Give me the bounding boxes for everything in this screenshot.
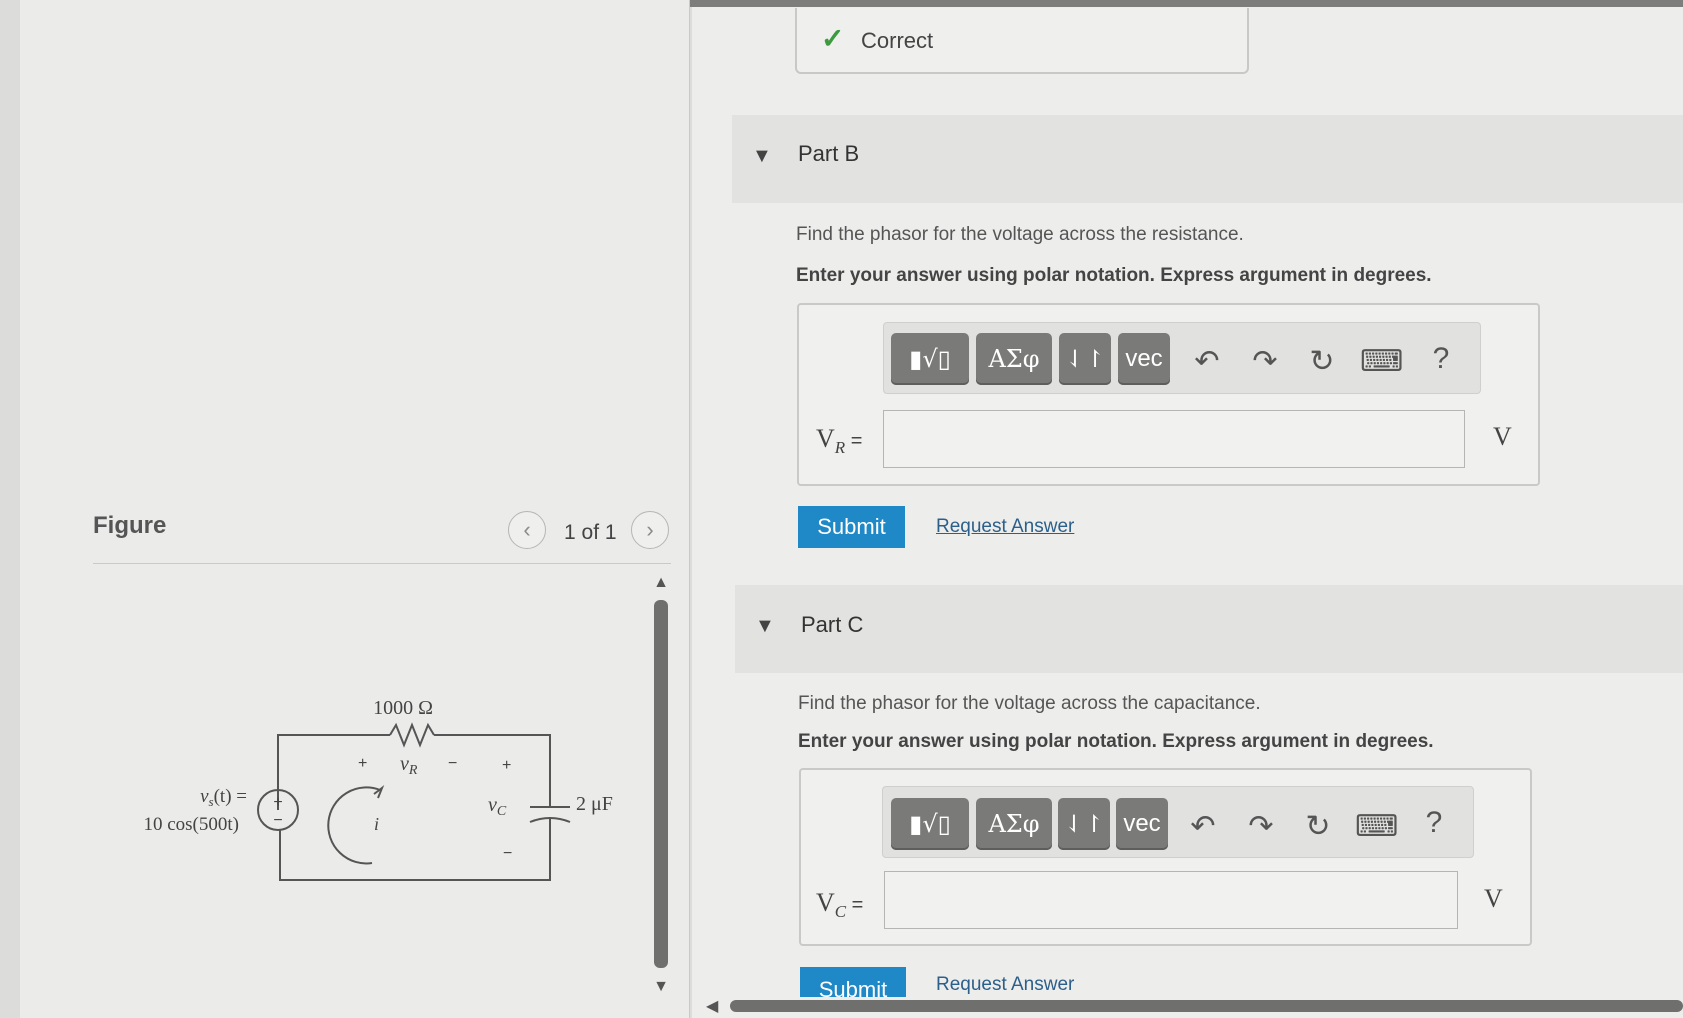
vector-button[interactable]: vec <box>1116 798 1168 850</box>
source-minus: − <box>273 812 282 829</box>
part-c-submit-button[interactable]: Submit <box>800 967 906 997</box>
subscript-superscript-button[interactable]: ⇃↾ <box>1059 333 1111 385</box>
part-b-title: Part B <box>798 141 860 166</box>
reset-icon[interactable]: ↻ <box>1298 809 1338 844</box>
source-plus: + <box>273 794 282 811</box>
part-c-request-answer-link[interactable]: Request Answer <box>936 974 1074 996</box>
help-icon[interactable]: ? <box>1421 342 1461 376</box>
part-b-submit-button[interactable]: Submit <box>798 506 905 548</box>
status-text: Correct <box>861 28 934 53</box>
figure-scrollbar-thumb[interactable] <box>654 600 668 968</box>
part-c-title: Part C <box>801 612 864 637</box>
part-b-unit: V <box>1493 422 1512 451</box>
vr-label: vR <box>400 753 418 778</box>
top-strip <box>690 0 1683 7</box>
vector-button[interactable]: vec <box>1118 333 1170 385</box>
greek-symbols-button[interactable]: ΑΣφ <box>976 333 1052 385</box>
subscript-superscript-button[interactable]: ⇃↾ <box>1058 798 1110 850</box>
chevron-right-icon: › <box>646 517 654 542</box>
circuit-diagram: 1000 Ω + − + vR − + vC − 2 μF i vs(t) = … <box>143 697 613 881</box>
figure-title: Figure <box>93 512 167 539</box>
part-b-variable-label: VR = <box>816 424 863 458</box>
part-c-unit: V <box>1484 884 1503 913</box>
part-c-header[interactable]: ▼ Part C <box>735 585 1683 673</box>
source-expression: 10 cos(500t) <box>143 814 239 835</box>
part-c-answer-input[interactable] <box>884 871 1458 929</box>
vr-minus: − <box>448 755 457 772</box>
templates-button[interactable]: ▮√▯ <box>891 333 969 385</box>
current-label: i <box>374 814 379 834</box>
part-b-answer-input[interactable] <box>883 410 1465 468</box>
part-b-header[interactable]: ▼ Part B <box>732 115 1683 203</box>
redo-icon[interactable]: ↷ <box>1245 344 1285 379</box>
greek-symbols-button[interactable]: ΑΣφ <box>976 798 1052 850</box>
vc-label: vC <box>488 794 507 819</box>
resistor-label: 1000 Ω <box>373 697 433 719</box>
redo-icon[interactable]: ↷ <box>1241 809 1281 844</box>
collapse-caret-icon[interactable]: ▼ <box>755 615 775 638</box>
scroll-down-arrow[interactable]: ▼ <box>651 978 671 1002</box>
part-c-question: Find the phasor for the voltage across t… <box>798 693 1261 714</box>
capacitor-label: 2 μF <box>576 793 613 815</box>
scroll-up-arrow[interactable]: ▲ <box>651 574 671 598</box>
keyboard-icon[interactable]: ⌨ <box>1360 344 1403 379</box>
help-icon[interactable]: ? <box>1414 806 1454 840</box>
chevron-left-icon: ‹ <box>523 517 531 542</box>
part-b-instruction: Enter your answer using polar notation. … <box>796 265 1432 286</box>
vc-plus: + <box>502 757 511 774</box>
figure-divider <box>93 563 671 564</box>
part-c-variable-label: VC = <box>816 888 864 922</box>
check-icon: ✓ <box>821 23 845 54</box>
keyboard-icon[interactable]: ⌨ <box>1355 809 1398 844</box>
vr-plus: + <box>358 755 367 772</box>
part-c-instruction: Enter your answer using polar notation. … <box>798 731 1434 752</box>
figure-pager: 1 of 1 <box>564 521 617 544</box>
part-b-request-answer-link[interactable]: Request Answer <box>936 516 1074 538</box>
reset-icon[interactable]: ↻ <box>1302 344 1342 379</box>
vc-minus: − <box>503 845 512 862</box>
undo-icon[interactable]: ↶ <box>1183 809 1223 844</box>
prev-figure-button[interactable]: ‹ <box>508 511 546 549</box>
collapse-caret-icon[interactable]: ▼ <box>752 145 772 168</box>
scroll-left-arrow[interactable]: ◀ <box>706 996 726 1016</box>
status-box: ✓ Correct <box>795 8 1249 74</box>
part-b-question: Find the phasor for the voltage across t… <box>796 224 1244 245</box>
undo-icon[interactable]: ↶ <box>1187 344 1227 379</box>
next-figure-button[interactable]: › <box>631 511 669 549</box>
source-label: vs(t) = <box>200 786 247 809</box>
templates-button[interactable]: ▮√▯ <box>891 798 969 850</box>
horizontal-scrollbar-thumb[interactable] <box>730 1000 1683 1012</box>
